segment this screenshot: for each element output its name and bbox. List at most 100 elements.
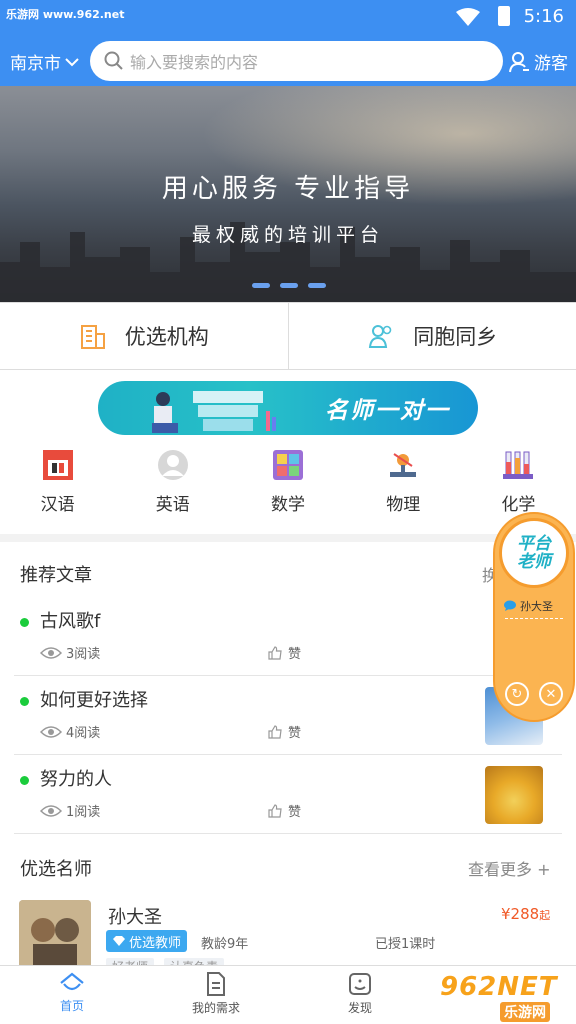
thumbs-up-icon [268,645,282,660]
article-thumbnail [485,766,543,824]
wifi-icon [456,8,480,26]
articles-section-title: 推荐文章 [20,565,92,586]
eye-icon [40,646,62,659]
category-english[interactable]: 英语 [115,448,230,528]
article-title: 如何更好选择 [40,690,148,711]
status-badge: 优选教师 [106,930,188,952]
fellow-townsmen-button[interactable]: 同胞同乡 [287,303,576,369]
carousel-dot[interactable] [308,283,326,288]
test-tubes-icon [503,451,534,479]
home-icon [60,972,84,991]
platform-logo[interactable]: 平台 老师 [499,518,569,588]
entry-row: 优选机构 同胞同乡 [0,302,576,370]
people-icon [369,325,392,348]
price: ¥288起 [501,905,550,923]
watermark-logo: 962NET [440,972,558,1002]
search-placeholder: 输入要搜索的内容 [130,53,259,72]
one-on-one-banner[interactable]: 名师一对一 [98,381,478,435]
watermark-sub: 乐游网 [500,1002,550,1022]
article-title: 努力的人 [40,769,112,790]
subject-categories: 汉语 英语 数学 物理 化学 [0,448,576,528]
chat-icon [504,600,516,611]
widget-teacher[interactable]: 孙大圣 [503,598,553,614]
widget-teacher-name: 孙大圣 [520,600,553,613]
chinese-book-icon [42,450,73,480]
clock: 5:16 [523,6,564,27]
guest-label: 游客 [534,54,568,74]
category-label: 物理 [386,495,421,515]
thumbs-up-icon [268,803,282,818]
entry-label: 同胞同乡 [413,325,498,349]
banner-carousel[interactable]: 用心服务 专业指导 最权威的培训平台 [0,86,576,302]
thumbs-up-icon [268,724,282,739]
list-item[interactable]: 如何更好选择 4阅读 赞 [0,677,576,755]
top-bar: 南京市 输入要搜索的内容 游客 [0,36,576,86]
online-dot [20,618,29,627]
online-dot [20,697,29,706]
tab-discover[interactable]: 发现 [288,966,432,1024]
search-icon [104,51,123,70]
lessons-taught: 已授1课时 [375,937,436,952]
badge-label: 优选教师 [129,935,182,951]
building-icon [80,325,105,349]
read-count-text: 1阅读 [66,805,101,820]
tab-label: 首页 [59,999,84,1013]
list-item[interactable]: 古风歌f 3阅读 赞 [0,598,576,676]
category-label: 数学 [271,495,305,515]
avatar [19,900,91,970]
category-physics[interactable]: 物理 [346,448,461,528]
teaching-years: 教龄9年 [201,937,249,952]
site-watermark: 962NET 乐游网 [440,972,576,1024]
like-button[interactable]: 赞 [268,722,301,741]
promo-label: 名师一对一 [325,398,450,424]
like-label: 赞 [288,647,302,662]
category-label: 汉语 [40,495,75,515]
tab-label: 发现 [347,1001,372,1015]
guest-login-button[interactable]: 游客 [508,49,568,74]
eye-icon [40,804,62,817]
list-item[interactable]: 努力的人 1阅读 赞 [0,756,576,834]
price-value: ¥288 [501,905,540,923]
logo-line: 平台 [517,534,551,554]
city-selector[interactable]: 南京市 [10,49,79,74]
banner-subline: 最权威的培训平台 [191,224,384,246]
diamond-icon [113,936,125,946]
platform-teacher-widget[interactable]: 平台 老师 孙大圣 ↻ ✕ [493,512,575,722]
like-button[interactable]: 赞 [268,643,301,662]
preferred-institutions-button[interactable]: 优选机构 [0,303,288,369]
document-icon [207,972,225,996]
battery-icon [498,6,510,26]
chevron-down-icon [65,57,79,66]
read-count: 1阅读 [40,801,100,820]
physics-icon [390,453,417,477]
read-count: 4阅读 [40,722,100,741]
discover-icon [349,973,371,995]
teacher-name: 孙大圣 [108,907,162,928]
category-math[interactable]: 数学 [230,448,345,528]
like-button[interactable]: 赞 [268,801,301,820]
article-title: 古风歌f [40,611,101,632]
category-chinese[interactable]: 汉语 [0,448,115,528]
teacher-card[interactable]: 孙大圣 优选教师 教龄9年 已授1课时 ¥288起 好老师 认真负责 [0,896,576,976]
tab-home[interactable]: 首页 [0,966,144,1024]
banner-headline: 用心服务 专业指导 [161,174,415,204]
user-circle-icon [157,450,188,480]
teachers-section-title: 优选名师 [20,859,92,880]
carousel-indicator [252,283,326,288]
carousel-dot[interactable] [252,283,270,288]
carousel-dot[interactable] [280,283,298,288]
tab-my-needs[interactable]: 我的需求 [144,966,288,1024]
section-divider [0,534,576,542]
site-watermark-text: 乐游网 www.962.net [6,8,125,21]
read-count-text: 3阅读 [66,647,101,662]
view-more-teachers-link[interactable]: 查看更多 + [468,856,551,880]
category-label: 英语 [155,495,190,515]
city-label: 南京市 [10,54,61,74]
status-bar: 乐游网 www.962.net 5:16 [0,0,576,36]
read-count-text: 4阅读 [66,726,101,741]
close-icon[interactable]: ✕ [539,682,563,706]
like-label: 赞 [288,726,302,741]
refresh-icon[interactable]: ↻ [505,682,529,706]
search-input[interactable]: 输入要搜索的内容 [90,41,503,81]
online-dot [20,776,29,785]
